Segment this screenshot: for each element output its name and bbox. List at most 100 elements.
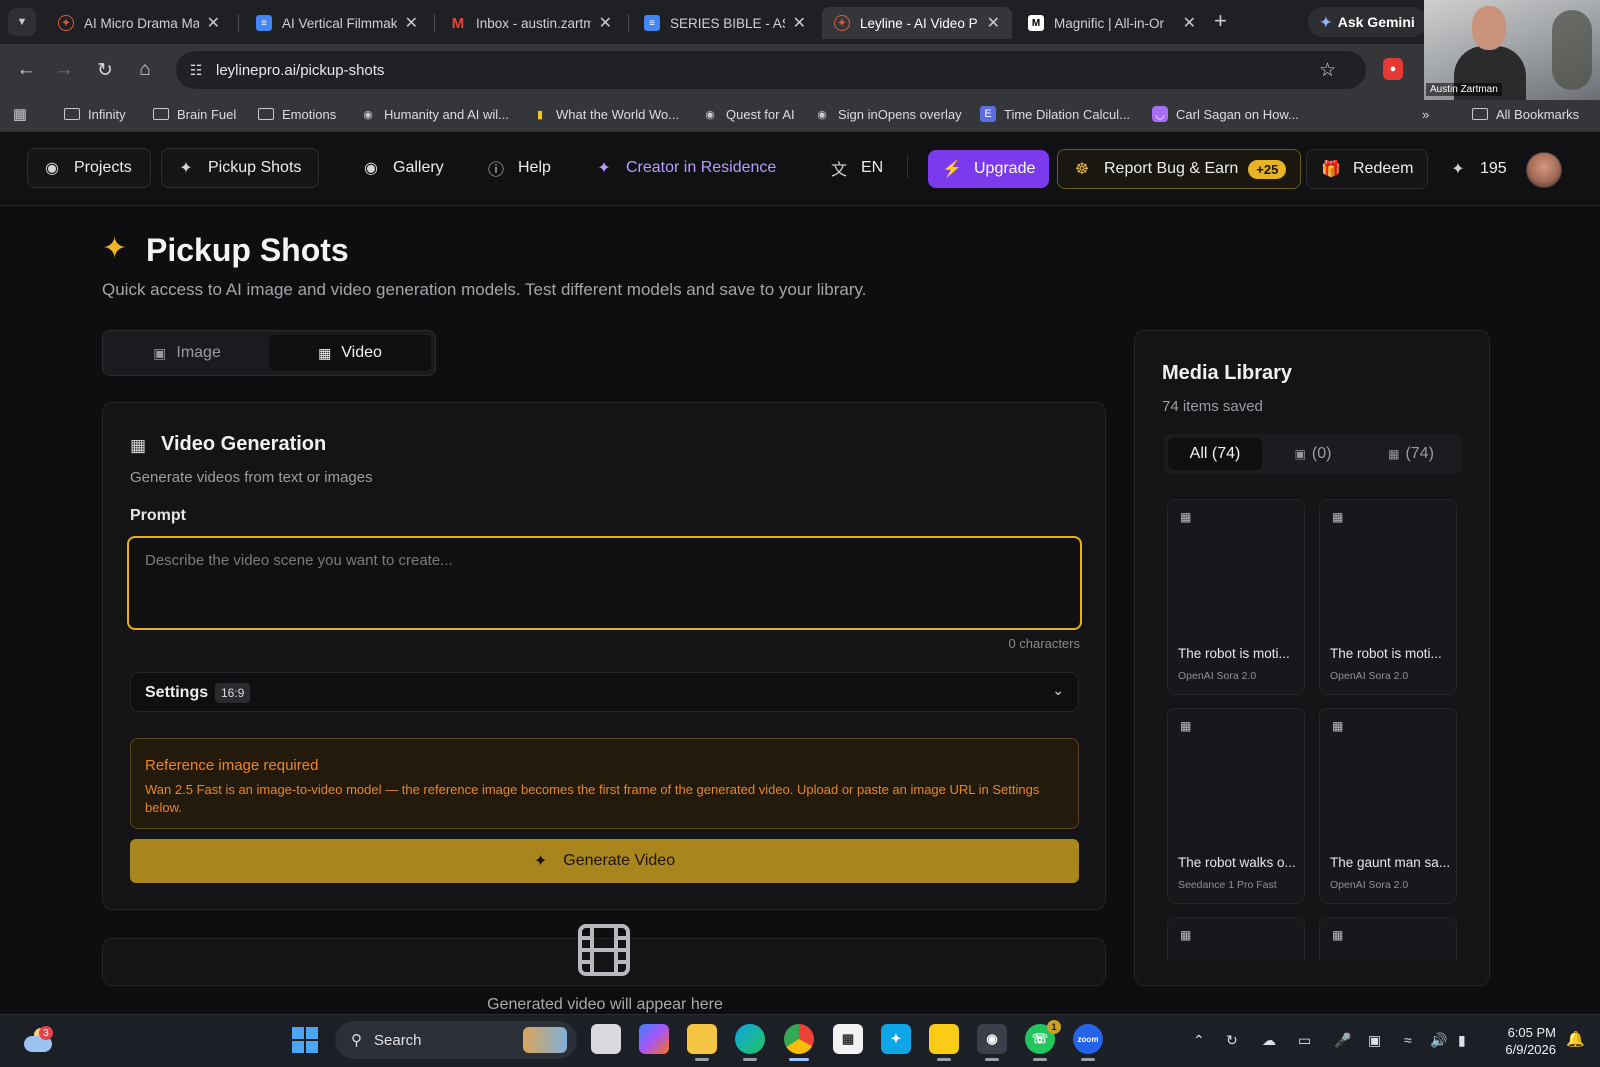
media-card[interactable]: ▦ The gaunt man sa... OpenAI Sora 2.0 xyxy=(1319,708,1457,904)
media-card[interactable]: ▦ The robot is moti... OpenAI Sora 2.0 xyxy=(1319,499,1457,695)
creator-in-residence-link[interactable]: ✦ Creator in Residence xyxy=(580,148,790,188)
browser-tab-active[interactable]: ✦ Leyline - AI Video P ✕ xyxy=(822,7,1012,39)
bookmark-infinity[interactable]: Infinity xyxy=(64,104,126,124)
bookmark-humanity[interactable]: ◉ Humanity and AI wil... xyxy=(360,104,509,124)
leyline-favicon-icon: ✦ xyxy=(834,15,850,31)
browser-tab[interactable]: ✦ AI Micro Drama Ma ✕ xyxy=(46,7,232,39)
tab-search-chevron-icon[interactable]: ▼ xyxy=(8,8,36,36)
tab-close-icon[interactable]: ✕ xyxy=(987,13,1000,33)
task-view-icon[interactable] xyxy=(591,1024,621,1054)
weather-badge: 3 xyxy=(39,1026,53,1040)
address-bar[interactable]: ☷ leylinepro.ai/pickup-shots ☆ xyxy=(176,51,1366,89)
bookmark-quest-for-ai[interactable]: ◉ Quest for AI xyxy=(702,104,794,124)
media-card-title: The robot is moti... xyxy=(1178,646,1290,661)
globe-icon: ◉ xyxy=(817,108,827,121)
media-card[interactable]: ▦ The robot is moti... OpenAI Sora 2.0 xyxy=(1167,499,1305,695)
sticky-notes-icon[interactable] xyxy=(929,1024,959,1054)
extension-record-icon[interactable]: ● xyxy=(1383,58,1403,80)
volume-icon[interactable]: 🔊 xyxy=(1430,1030,1447,1050)
redeem-button[interactable]: 🎁 Redeem xyxy=(1306,149,1429,189)
credits-display[interactable]: ✦ 195 xyxy=(1434,149,1521,189)
bookmark-emotions[interactable]: Emotions xyxy=(258,104,336,124)
wifi-icon[interactable]: ≈ xyxy=(1404,1030,1412,1050)
gallery-link[interactable]: ◉ Gallery xyxy=(347,148,458,188)
tray-chevron-up-icon[interactable]: ⌃ xyxy=(1193,1030,1205,1050)
all-bookmarks[interactable]: All Bookmarks xyxy=(1472,104,1579,124)
tab-close-icon[interactable]: ✕ xyxy=(1183,13,1196,33)
projects-button[interactable]: ◉ Projects xyxy=(27,148,151,188)
media-card[interactable]: ▦ xyxy=(1319,917,1457,961)
media-card[interactable]: ▦ xyxy=(1167,917,1305,961)
copilot-icon[interactable] xyxy=(639,1024,669,1054)
cast-icon[interactable]: ▭ xyxy=(1298,1030,1311,1050)
taskbar-search-label: Search xyxy=(374,1031,422,1049)
tab-close-icon[interactable]: ✕ xyxy=(793,13,806,33)
more-bookmarks-chevron-icon[interactable]: » xyxy=(1422,104,1429,124)
onedrive-icon[interactable]: ☁ xyxy=(1262,1030,1276,1050)
microsoft-store-icon[interactable]: ▦ xyxy=(833,1024,863,1054)
forward-arrow-icon[interactable]: → xyxy=(52,58,76,82)
settings-accordion[interactable]: Settings 16:9 ⌄ xyxy=(130,672,1079,712)
sync-icon[interactable]: ↻ xyxy=(1226,1030,1238,1050)
browser-tab[interactable]: M Magnific | All-in-Or ✕ xyxy=(1016,7,1208,39)
file-explorer-icon[interactable] xyxy=(687,1024,717,1054)
browser-tab[interactable]: M Inbox - austin.zartm ✕ xyxy=(438,7,624,39)
notification-bell-icon[interactable]: 🔔 xyxy=(1566,1030,1585,1048)
webcam-caption: Austin Zartman xyxy=(1426,83,1502,96)
filter-all[interactable]: All (74) xyxy=(1168,438,1262,470)
weather-widget[interactable]: 3 xyxy=(22,1026,53,1054)
bookmark-brain-fuel[interactable]: Brain Fuel xyxy=(153,104,236,124)
edge-icon[interactable] xyxy=(735,1024,765,1054)
site-settings-icon[interactable]: ☷ xyxy=(186,60,206,80)
bookmark-sign-in[interactable]: ◉ Sign inOpens overlay xyxy=(814,104,961,124)
chrome-icon[interactable] xyxy=(784,1024,814,1054)
tab-close-icon[interactable]: ✕ xyxy=(207,13,220,33)
tab-video[interactable]: ▦ Video xyxy=(269,335,431,371)
media-card[interactable]: ▦ The robot walks o... Seedance 1 Pro Fa… xyxy=(1167,708,1305,904)
tab-close-icon[interactable]: ✕ xyxy=(599,13,612,33)
chevron-down-icon[interactable]: ⌄ xyxy=(1052,682,1064,699)
davinci-resolve-icon[interactable]: ◉ xyxy=(977,1024,1007,1054)
apps-grid-icon[interactable]: ▦ xyxy=(12,104,36,124)
upgrade-label: Upgrade xyxy=(974,160,1036,177)
new-tab-icon[interactable]: + xyxy=(1214,8,1227,34)
bookmark-what-the-world[interactable]: ▮ What the World Wo... xyxy=(532,104,679,124)
gallery-label: Gallery xyxy=(393,159,444,176)
bookmark-time-dilation[interactable]: E Time Dilation Calcul... xyxy=(980,104,1130,124)
battery-icon[interactable]: ▮ xyxy=(1458,1030,1466,1050)
pickup-shots-button[interactable]: ✦ Pickup Shots xyxy=(161,148,319,188)
generate-video-button[interactable]: ✦ Generate Video xyxy=(130,839,1079,883)
whatsapp-badge: 1 xyxy=(1047,1020,1061,1034)
avatar[interactable] xyxy=(1526,152,1562,188)
filter-videos[interactable]: ▦ (74) xyxy=(1364,438,1458,470)
browser-tab[interactable]: ≡ AI Vertical Filmmak ✕ xyxy=(244,7,430,39)
taskbar-search[interactable]: ⚲ Search xyxy=(335,1021,577,1059)
prompt-input[interactable] xyxy=(127,536,1082,630)
battery-saver-icon[interactable]: ▣ xyxy=(1368,1030,1381,1050)
tab-image[interactable]: ▣ Image xyxy=(107,335,267,371)
home-icon[interactable]: ⌂ xyxy=(133,58,157,82)
url-text[interactable]: leylinepro.ai/pickup-shots xyxy=(216,62,384,79)
help-link[interactable]: ⓘ Help xyxy=(472,148,565,188)
folder-icon xyxy=(1472,108,1488,120)
globe-icon: ◉ xyxy=(364,160,378,177)
filter-images[interactable]: ▣ (0) xyxy=(1266,438,1360,470)
reload-icon[interactable]: ↻ xyxy=(93,58,117,82)
report-bug-button[interactable]: ☸ Report Bug & Earn +25 xyxy=(1057,149,1302,189)
tab-close-icon[interactable]: ✕ xyxy=(405,13,418,33)
browser-tab[interactable]: ≡ SERIES BIBLE - ASH ✕ xyxy=(632,7,818,39)
language-selector[interactable]: 文 EN xyxy=(815,148,897,188)
system-clock[interactable]: 6:05 PM 6/9/2026 xyxy=(1494,1024,1556,1058)
panel-subtitle: Generate videos from text or images xyxy=(130,469,373,486)
upgrade-button[interactable]: ⚡ Upgrade xyxy=(928,150,1050,188)
back-arrow-icon[interactable]: ← xyxy=(14,58,38,82)
zoom-icon[interactable]: zoom xyxy=(1073,1024,1103,1054)
bug-icon: ☸ xyxy=(1074,161,1090,178)
bookmark-star-icon[interactable]: ☆ xyxy=(1319,59,1336,82)
bookmark-label: Carl Sagan on How... xyxy=(1176,106,1299,122)
bookmark-carl-sagan[interactable]: ◡ Carl Sagan on How... xyxy=(1152,104,1299,124)
microphone-icon[interactable]: 🎤 xyxy=(1334,1030,1351,1050)
snipping-tool-icon[interactable]: ✦ xyxy=(881,1024,911,1054)
ask-gemini-button[interactable]: ✦ Ask Gemini xyxy=(1308,7,1427,37)
windows-start-icon[interactable] xyxy=(292,1027,318,1053)
